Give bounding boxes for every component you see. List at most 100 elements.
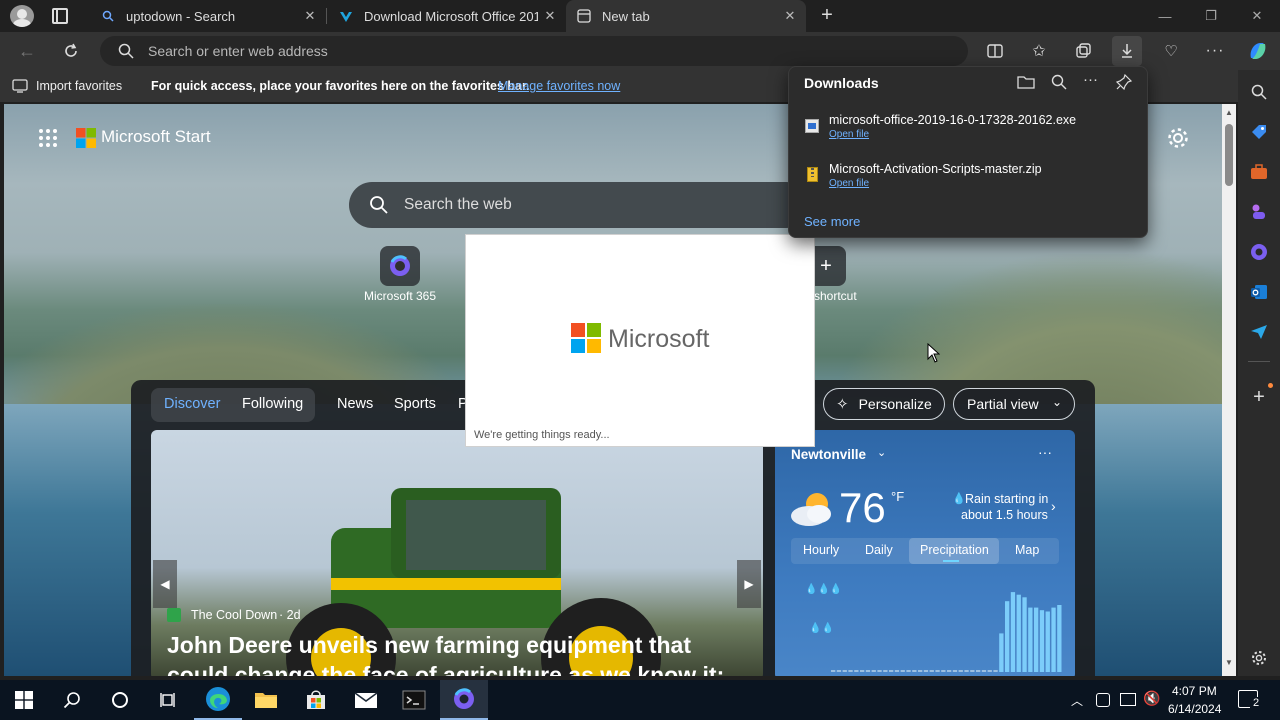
tab-actions-icon[interactable] (52, 8, 68, 24)
mail-button[interactable] (342, 680, 390, 720)
taskbar-search-button[interactable] (48, 680, 96, 720)
weather-tab-daily[interactable]: Daily (865, 543, 893, 557)
microsoft-365-sidebar-icon[interactable] (1248, 241, 1270, 263)
start-button[interactable] (0, 680, 48, 720)
page-settings-icon[interactable] (1166, 126, 1190, 150)
camera-tray-icon[interactable] (1096, 693, 1110, 707)
close-tab-icon[interactable]: ✕ (302, 8, 318, 24)
carousel-prev-button[interactable]: ◀ (153, 560, 177, 608)
tab-download-office[interactable]: Download Microsoft Office 2019 ✕ (326, 0, 566, 32)
chevron-right-icon[interactable]: › (1051, 498, 1056, 514)
speaker-muted-icon[interactable]: 🔇 (1143, 690, 1160, 707)
games-icon[interactable] (1248, 201, 1270, 223)
precip-bar (912, 670, 917, 672)
scroll-up-arrow-icon[interactable]: ▲ (1225, 108, 1233, 117)
copilot-icon[interactable] (1243, 36, 1273, 66)
task-view-button[interactable] (144, 680, 192, 720)
clock-date[interactable]: 6/14/2024 (1168, 702, 1221, 716)
feed-tab-discover[interactable]: Discover (164, 396, 220, 412)
clock-time[interactable]: 4:07 PM (1172, 684, 1217, 698)
minimize-button[interactable]: — (1142, 0, 1188, 32)
microsoft-365-taskbar-button[interactable] (440, 680, 488, 720)
scrollbar-thumb[interactable] (1225, 124, 1233, 186)
feed-tab-news[interactable]: News (337, 396, 373, 412)
network-icon[interactable] (1120, 693, 1136, 706)
scroll-down-arrow-icon[interactable]: ▼ (1225, 658, 1233, 667)
pin-icon[interactable] (1115, 73, 1133, 95)
search-icon[interactable] (1248, 81, 1270, 103)
shortcut-microsoft-365[interactable]: Microsoft 365 (354, 242, 446, 306)
partly-cloudy-icon (789, 488, 837, 528)
tab-uptodown-search[interactable]: uptodown - Search ✕ (86, 0, 326, 32)
tab-new-tab[interactable]: New tab ✕ (566, 0, 806, 32)
precip-bar (1005, 601, 1010, 672)
shopping-icon[interactable] (1248, 121, 1270, 143)
downloads-more-icon[interactable]: ··· (1083, 71, 1098, 88)
feed-tab-following[interactable]: Following (242, 396, 303, 412)
web-search-box[interactable]: Search the web (349, 182, 809, 228)
open-file-link[interactable]: Open file (829, 178, 869, 189)
carousel-next-button[interactable]: ▶ (737, 560, 761, 608)
weather-tab-precipitation[interactable]: Precipitation (920, 543, 989, 557)
add-sidebar-app-icon[interactable]: + (1248, 386, 1270, 408)
download-item[interactable]: Microsoft-Activation-Scripts-master.zip … (805, 162, 1135, 202)
downloads-icon[interactable] (1112, 36, 1142, 66)
article-card[interactable]: ◀ ▶ The Cool Down · 2d John Deere unveil… (151, 430, 763, 676)
open-downloads-folder-icon[interactable] (1017, 74, 1035, 95)
download-item[interactable]: microsoft-office-2019-16-0-17328-20162.e… (805, 113, 1135, 153)
back-button[interactable]: ← (12, 36, 42, 66)
microsoft-store-button[interactable] (292, 680, 340, 720)
tools-icon[interactable] (1248, 161, 1270, 183)
weather-card[interactable]: Newtonville ⌄ ··· 76 °F 💧 Rain starting … (775, 430, 1075, 676)
article-age: · 2d (279, 608, 301, 622)
weather-temperature: 76 (839, 484, 886, 531)
mail-icon (354, 692, 378, 708)
downloads-flyout: Downloads ··· microsoft-office-2019-16-0… (788, 66, 1148, 238)
cortana-button[interactable] (96, 680, 144, 720)
partial-view-dropdown[interactable]: Partial view ⌄ (953, 388, 1075, 420)
profile-avatar[interactable] (10, 5, 34, 27)
page-scrollbar[interactable]: ▲ ▼ (1222, 104, 1236, 676)
app-launcher-icon[interactable] (38, 128, 58, 148)
file-explorer-button[interactable] (242, 680, 290, 720)
weather-location[interactable]: Newtonville (791, 447, 866, 462)
outlook-icon[interactable] (1248, 281, 1270, 303)
drop-icon[interactable] (1248, 321, 1270, 343)
precip-bar (947, 670, 952, 672)
terminal-button[interactable] (390, 680, 438, 720)
precip-bar (1057, 605, 1062, 672)
weather-forecast-line2: about 1.5 hours (961, 508, 1048, 522)
restore-button[interactable]: ❐ (1188, 0, 1234, 32)
microsoft-logo-icon (76, 128, 96, 148)
precip-bar (923, 670, 929, 672)
see-more-link[interactable]: See more (804, 214, 860, 229)
split-screen-icon[interactable] (980, 36, 1010, 66)
address-bar[interactable]: Search or enter web address (100, 36, 968, 66)
manage-favorites-link[interactable]: Manage favorites now (498, 79, 620, 93)
new-tab-button[interactable]: + (816, 4, 838, 26)
article-headline[interactable]: John Deere unveils new farming equipment… (167, 630, 747, 676)
chevron-down-icon[interactable]: ⌄ (877, 446, 886, 459)
sidebar-settings-icon[interactable] (1248, 647, 1270, 669)
personalize-button[interactable]: ✧ Personalize (823, 388, 945, 420)
weather-tab-hourly[interactable]: Hourly (803, 543, 839, 557)
browser-essentials-icon[interactable]: ♡ (1156, 36, 1186, 66)
refresh-button[interactable] (56, 36, 86, 66)
favorites-icon[interactable]: ✩ (1024, 36, 1054, 66)
chevron-up-icon[interactable]: ︿ (1071, 692, 1083, 709)
weather-tab-map[interactable]: Map (1015, 543, 1039, 557)
import-favorites-button[interactable]: Import favorites (36, 79, 122, 93)
collections-icon[interactable] (1068, 36, 1098, 66)
search-downloads-icon[interactable] (1051, 74, 1067, 95)
precip-bar (1051, 607, 1056, 672)
close-tab-icon[interactable]: ✕ (782, 8, 798, 24)
open-file-link[interactable]: Open file (829, 129, 869, 140)
weather-more-icon[interactable]: ··· (1038, 444, 1052, 460)
settings-more-icon[interactable]: ··· (1200, 36, 1230, 66)
edge-sidebar: + (1238, 70, 1280, 676)
feed-tab-sports[interactable]: Sports (394, 396, 436, 412)
close-window-button[interactable]: ✕ (1234, 0, 1280, 32)
microsoft-start-brand[interactable]: Microsoft Start (101, 127, 211, 147)
close-tab-icon[interactable]: ✕ (542, 8, 558, 24)
edge-taskbar-button[interactable] (194, 680, 242, 720)
